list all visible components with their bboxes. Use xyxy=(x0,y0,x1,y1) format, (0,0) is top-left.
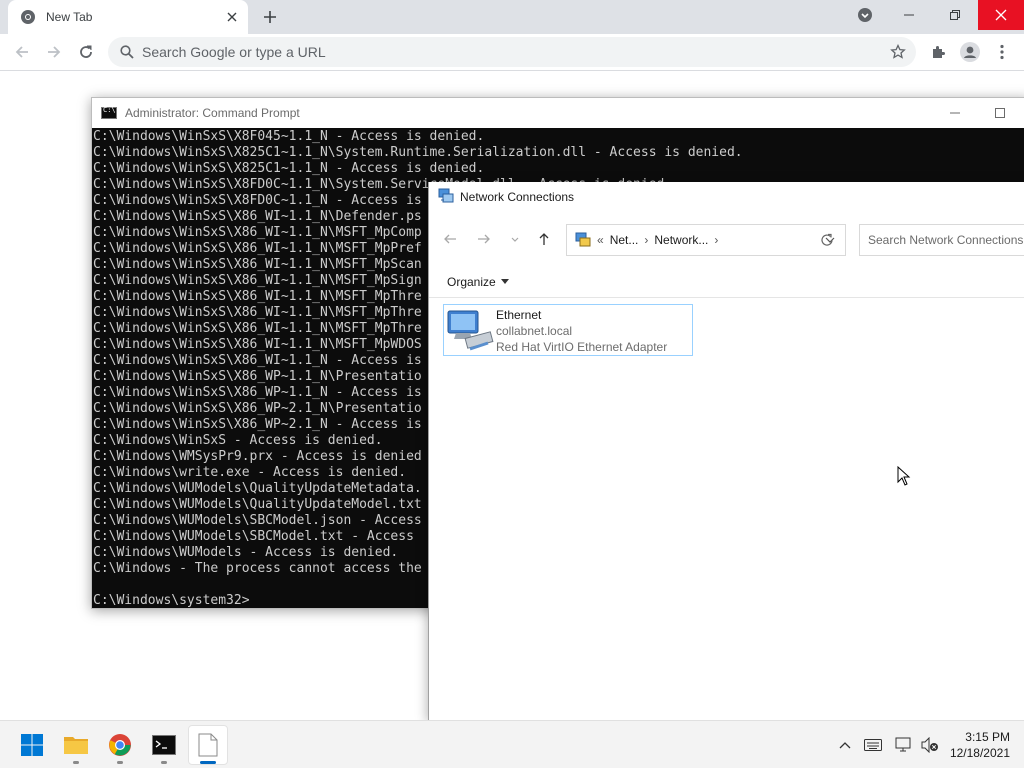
clock-time: 3:15 PM xyxy=(965,730,1010,744)
omnibox-input[interactable] xyxy=(142,44,886,60)
browser-toolbar xyxy=(0,34,1024,71)
address-bar[interactable] xyxy=(108,37,916,67)
running-indicator xyxy=(73,761,79,764)
running-indicator xyxy=(161,761,167,764)
volume-muted-icon[interactable] xyxy=(920,735,940,755)
profile-avatar-icon[interactable] xyxy=(956,38,984,66)
clock-date: 12/18/2021 xyxy=(949,746,1010,760)
keyboard-icon[interactable] xyxy=(863,735,883,755)
forward-button[interactable] xyxy=(40,38,68,66)
organize-label: Organize xyxy=(447,274,496,289)
cmd-maximize-button[interactable] xyxy=(977,98,1023,128)
breadcrumb-chevron-icon[interactable]: › xyxy=(714,233,718,247)
terminal-icon xyxy=(152,735,176,755)
adapter-domain: collabnet.local xyxy=(496,324,573,338)
nc-navigation-bar: « Net... › Network... › Search Network C… xyxy=(429,212,1024,266)
nc-back-icon[interactable] xyxy=(437,226,463,252)
more-menu-icon[interactable] xyxy=(988,38,1016,66)
taskbar-file-explorer[interactable] xyxy=(56,725,96,765)
taskbar: 3:15 PM 12/18/2021 xyxy=(0,720,1024,768)
nc-refresh-icon[interactable] xyxy=(814,227,840,253)
taskbar-command-prompt[interactable] xyxy=(144,725,184,765)
nc-recent-chevron-icon[interactable] xyxy=(502,226,528,252)
tab-title: New Tab xyxy=(46,10,93,24)
active-indicator xyxy=(200,761,216,764)
close-button[interactable] xyxy=(978,0,1024,30)
nc-command-bar: Organize xyxy=(429,266,1024,298)
show-hidden-icons-chevron-icon[interactable] xyxy=(835,735,855,755)
taskbar-chrome[interactable] xyxy=(100,725,140,765)
mouse-pointer-icon xyxy=(897,466,911,486)
document-icon xyxy=(198,733,218,757)
taskbar-network-connections[interactable] xyxy=(188,725,228,765)
minimize-button[interactable] xyxy=(886,0,932,30)
breadcrumb-overflow[interactable]: « xyxy=(597,233,604,247)
nc-titlebar[interactable]: Network Connections xyxy=(429,182,1024,212)
cmd-app-icon xyxy=(101,106,117,119)
bookmark-star-icon[interactable] xyxy=(886,40,910,64)
control-panel-icon xyxy=(575,232,591,248)
breadcrumb-network-and-internet[interactable]: Net... xyxy=(610,233,639,247)
network-status-icon[interactable] xyxy=(894,735,914,755)
running-indicator xyxy=(117,761,123,764)
nc-window-title: Network Connections xyxy=(460,190,575,204)
folder-icon xyxy=(64,737,88,754)
cmd-window-title: Administrator: Command Prompt xyxy=(125,106,300,120)
breadcrumb-chevron-icon[interactable]: › xyxy=(644,233,648,247)
breadcrumb-network-connections[interactable]: Network... xyxy=(654,233,708,247)
tab-search-button[interactable] xyxy=(842,0,888,30)
browser-tab-strip: New Tab xyxy=(0,0,1024,34)
extensions-puzzle-icon[interactable] xyxy=(924,38,952,66)
browser-tab[interactable]: New Tab xyxy=(8,0,248,34)
organize-button[interactable]: Organize xyxy=(447,275,509,289)
system-clock[interactable]: 3:15 PM 12/18/2021 xyxy=(950,729,1010,761)
nc-search-box[interactable]: Search Network Connections xyxy=(859,224,1024,256)
adapter-device: Red Hat VirtIO Ethernet Adapter xyxy=(496,340,668,354)
network-connections-icon xyxy=(438,188,454,207)
nc-up-arrow-icon[interactable] xyxy=(531,226,557,252)
windows-logo-icon xyxy=(21,734,43,756)
cmd-titlebar[interactable]: Administrator: Command Prompt xyxy=(92,98,1024,128)
back-button[interactable] xyxy=(8,38,36,66)
restore-button[interactable] xyxy=(932,0,978,30)
organize-dropdown-icon xyxy=(500,279,509,284)
ethernet-adapter-icon xyxy=(444,305,496,355)
cmd-output-line: C:\Windows\WinSxS\X825C1~1.1_N - Access … xyxy=(93,161,485,176)
reload-button[interactable] xyxy=(72,38,100,66)
cmd-output-line: C:\Windows\WinSxS\X8F045~1.1_N - Access … xyxy=(93,129,485,144)
cmd-minimize-button[interactable] xyxy=(932,98,978,128)
start-button[interactable] xyxy=(12,725,52,765)
tab-close-icon[interactable] xyxy=(220,5,244,29)
nc-forward-icon[interactable] xyxy=(471,226,497,252)
nc-address-bar[interactable]: « Net... › Network... › xyxy=(566,224,846,256)
network-connections-window: Network Connections « Net... › Network..… xyxy=(428,182,1024,722)
ethernet-adapter-item[interactable]: Ethernet collabnet.local Red Hat VirtIO … xyxy=(443,304,693,356)
chrome-favicon-icon xyxy=(20,9,36,25)
cmd-output-line: C:\Windows\WinSxS\X825C1~1.1_N\System.Ru… xyxy=(93,145,743,160)
adapter-name: Ethernet xyxy=(496,308,542,322)
new-tab-button[interactable] xyxy=(258,5,282,29)
chrome-icon xyxy=(109,734,131,756)
search-icon xyxy=(118,43,136,61)
